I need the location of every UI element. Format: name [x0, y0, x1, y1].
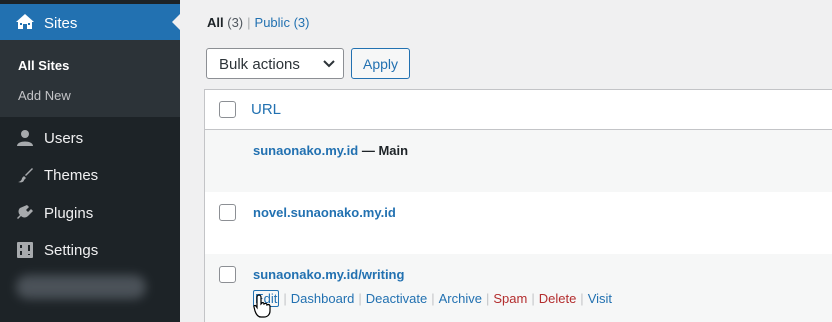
submenu-item-all-sites[interactable]: All Sites [18, 58, 69, 73]
filter-separator: | [247, 15, 251, 30]
table-row: novel.sunaonako.my.id [205, 192, 832, 254]
sidebar-item-label: Sites [44, 15, 78, 32]
row-actions: Edit | Dashboard | Deactivate | Archive | Spam | D… [253, 290, 613, 307]
table-row: sunaonako.my.id/writing Edit | Dashboard | D… [205, 254, 832, 322]
archive-action[interactable]: Archive [439, 291, 482, 306]
submenu-item-add-new[interactable]: Add New [18, 88, 71, 103]
sites-home-icon [16, 14, 34, 29]
sites-submenu: All Sites Add New [0, 40, 180, 117]
sidebar-item-label: Users [44, 130, 84, 147]
main-content: All (3) | Public (3) Bulk actions Apply UR… [180, 0, 832, 322]
settings-icon [17, 242, 33, 258]
bulk-actions-value: Bulk actions [219, 56, 300, 73]
row-checkbox[interactable] [219, 266, 236, 283]
sidebar-item-users[interactable]: Users [0, 120, 180, 156]
sidebar-item-label: Plugins [44, 205, 94, 222]
column-header-url[interactable]: URL [251, 101, 281, 118]
sidebar-item-sites[interactable]: Sites [0, 4, 180, 40]
sidebar-item-label: Settings [44, 242, 99, 259]
sidebar-item-plugins[interactable]: Plugins [0, 195, 180, 231]
filter-public[interactable]: Public (3) [255, 15, 310, 30]
table-row: sunaonako.my.id — Main [205, 130, 832, 192]
sidebar-item-settings[interactable]: Settings [0, 232, 180, 268]
row-checkbox[interactable] [219, 204, 236, 221]
hand-pointer-cursor-icon [253, 294, 271, 318]
users-icon [17, 130, 33, 146]
site-url-link[interactable]: sunaonako.my.id — Main [253, 143, 408, 158]
plugins-icon [17, 205, 33, 219]
current-menu-arrow [172, 14, 180, 30]
table-header: URL [205, 90, 832, 130]
main-site-label: — Main [358, 143, 409, 158]
site-url-link[interactable]: novel.sunaonako.my.id [253, 205, 396, 220]
deactivate-action[interactable]: Deactivate [366, 291, 427, 306]
site-url-link[interactable]: sunaonako.my.id/writing [253, 267, 404, 282]
select-all-checkbox[interactable] [219, 101, 236, 118]
delete-action[interactable]: Delete [539, 291, 577, 306]
chevron-down-icon [323, 60, 335, 68]
admin-sidebar: Sites All Sites Add New Users Themes Plu… [0, 0, 180, 322]
themes-brush-icon [18, 168, 33, 183]
view-filters: All (3) | Public (3) [207, 15, 309, 30]
visit-action[interactable]: Visit [588, 291, 612, 306]
blurred-profile-item [16, 275, 146, 299]
sites-table: URL sunaonako.my.id — Main novel.sunaona… [204, 89, 832, 322]
sidebar-item-label: Themes [44, 167, 99, 184]
spam-action[interactable]: Spam [493, 291, 527, 306]
filter-all[interactable]: All (3) [207, 15, 243, 30]
apply-button[interactable]: Apply [351, 48, 410, 79]
sidebar-item-themes[interactable]: Themes [0, 157, 180, 193]
bulk-actions-select[interactable]: Bulk actions [206, 48, 344, 79]
dashboard-action[interactable]: Dashboard [291, 291, 355, 306]
